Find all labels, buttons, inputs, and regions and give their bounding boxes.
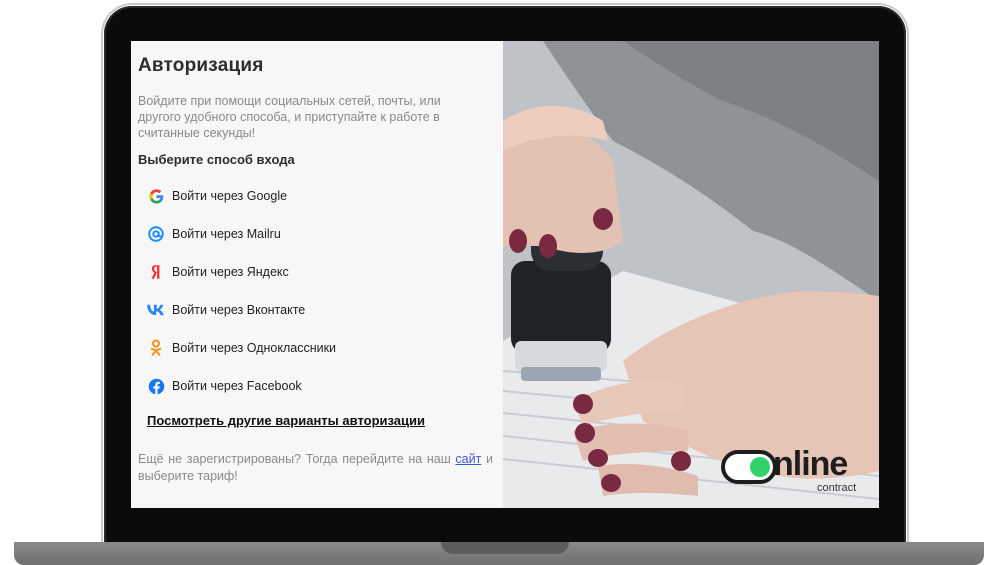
provider-label: Войти через Google — [172, 189, 288, 203]
login-panel: Авторизация Войдите при помощи социальны… — [131, 41, 503, 508]
provider-list: Войти через Google Войти через Mailru Во… — [147, 177, 336, 405]
laptop-notch — [441, 542, 569, 554]
provider-label: Войти через Вконтакте — [172, 303, 306, 317]
login-description: Войдите при помощи социальных сетей, поч… — [138, 94, 441, 140]
provider-label: Войти через Одноклассники — [172, 341, 337, 355]
online-contract-logo: nline contract — [721, 445, 871, 499]
page-title: Авторизация — [138, 55, 264, 76]
login-vk-button[interactable]: Войти через Вконтакте — [147, 291, 336, 329]
toggle-logo-icon — [721, 450, 777, 484]
login-mailru-button[interactable]: Войти через Mailru — [147, 215, 336, 253]
yandex-icon — [147, 263, 165, 281]
other-login-options-link[interactable]: Посмотреть другие варианты авторизации — [147, 413, 425, 428]
provider-label: Войти через Facebook — [172, 379, 302, 393]
stamp-photo-illustration — [503, 41, 879, 508]
login-facebook-button[interactable]: Войти через Facebook — [147, 367, 336, 405]
registration-hint-before: Ещё не зарегистрированы? Тогда перейдите… — [138, 452, 456, 466]
provider-label: Войти через Яндекс — [172, 265, 289, 279]
mailru-icon — [147, 225, 165, 243]
odnoklassniki-icon — [147, 339, 165, 357]
facebook-icon — [147, 377, 165, 395]
provider-label: Войти через Mailru — [172, 227, 281, 241]
site-link[interactable]: сайт — [455, 452, 481, 466]
laptop-screen: Авторизация Войдите при помощи социальны… — [131, 41, 879, 508]
logo-wordmark: nline — [773, 445, 848, 483]
vk-icon — [147, 301, 165, 319]
login-google-button[interactable]: Войти через Google — [147, 177, 336, 215]
google-icon — [147, 187, 165, 205]
logo-subtitle: contract — [817, 482, 857, 494]
login-method-heading: Выберите способ входа — [138, 152, 295, 167]
registration-hint: Ещё не зарегистрированы? Тогда перейдите… — [138, 451, 493, 485]
login-odnoklassniki-button[interactable]: Войти через Одноклассники — [147, 329, 336, 367]
hero-photo: nline contract — [503, 41, 879, 508]
login-yandex-button[interactable]: Войти через Яндекс — [147, 253, 336, 291]
